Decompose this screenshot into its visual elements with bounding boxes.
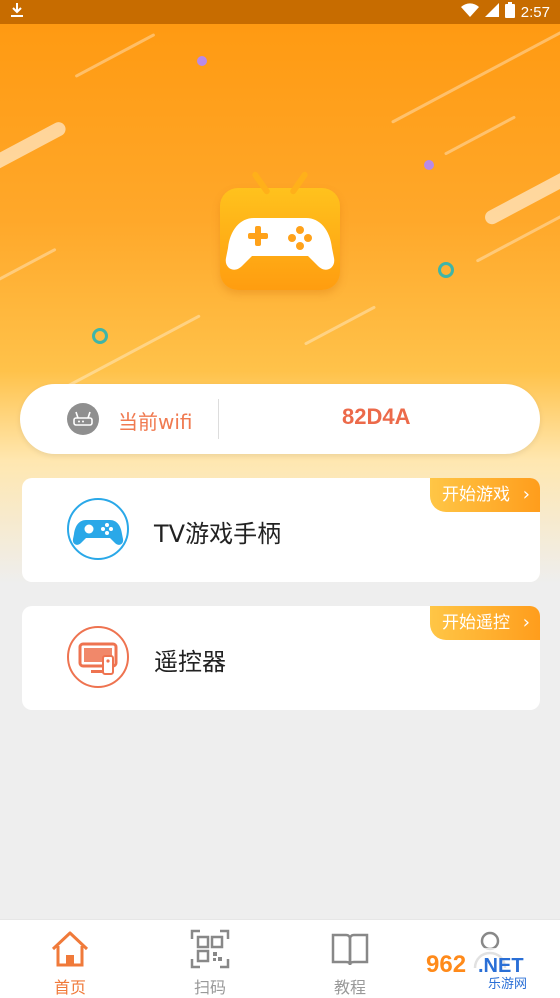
decor-streak — [0, 119, 69, 175]
download-icon — [10, 2, 24, 22]
nav-label-home: 首页 — [53, 978, 86, 997]
card-title: 遥控器 — [154, 648, 226, 676]
wifi-info-card: 当前wifi 82D4A — [20, 384, 540, 454]
start-game-label: 开始游戏 — [442, 485, 510, 505]
watermark-logo: 962 .NET 乐游网 — [418, 944, 558, 992]
router-icon — [67, 403, 99, 435]
nav-item-home[interactable]: 首页 — [25, 928, 115, 998]
decor-ring — [438, 262, 454, 278]
cell-signal-icon — [484, 3, 499, 21]
nav-label-tutorial: 教程 — [333, 978, 366, 997]
home-icon — [49, 928, 91, 970]
start-remote-label: 开始遥控 — [442, 613, 510, 633]
svg-text:962: 962 — [426, 951, 466, 978]
gamepad-card[interactable]: TV游戏手柄 开始游戏 › — [22, 478, 540, 582]
wifi-name: 82D4A — [342, 404, 411, 429]
wifi-label: 当前wifi — [118, 410, 193, 434]
status-time: 2:57 — [520, 3, 550, 21]
status-bar: 2:57 — [0, 0, 560, 24]
nav-label-scan: 扫码 — [193, 978, 226, 997]
decor-dot — [197, 56, 207, 66]
svg-text:.NET: .NET — [478, 955, 524, 977]
remote-tv-icon — [67, 626, 129, 688]
remote-card[interactable]: 遥控器 开始遥控 › — [22, 606, 540, 710]
decor-streak — [74, 33, 156, 78]
chevron-right-icon: › — [522, 484, 530, 505]
qr-code-icon — [189, 928, 231, 970]
gamepad-icon — [67, 498, 129, 560]
app-logo — [220, 170, 340, 290]
decor-streak — [303, 305, 377, 346]
nav-item-scan[interactable]: 扫码 — [165, 928, 255, 998]
decor-streak — [0, 247, 57, 284]
battery-icon — [504, 2, 515, 22]
start-remote-button[interactable]: 开始遥控 › — [430, 606, 540, 640]
decor-streak — [391, 27, 560, 124]
nav-item-tutorial[interactable]: 教程 — [305, 928, 395, 998]
divider — [218, 399, 219, 439]
decor-ring — [92, 328, 108, 344]
decor-dot — [424, 160, 434, 170]
card-title: TV游戏手柄 — [154, 520, 282, 548]
decor-streak — [443, 115, 517, 156]
decor-streak — [482, 167, 560, 227]
start-game-button[interactable]: 开始游戏 › — [430, 478, 540, 512]
chevron-right-icon: › — [522, 612, 530, 633]
svg-text:乐游网: 乐游网 — [488, 977, 527, 992]
wifi-signal-icon — [460, 3, 479, 21]
book-icon — [329, 928, 371, 970]
